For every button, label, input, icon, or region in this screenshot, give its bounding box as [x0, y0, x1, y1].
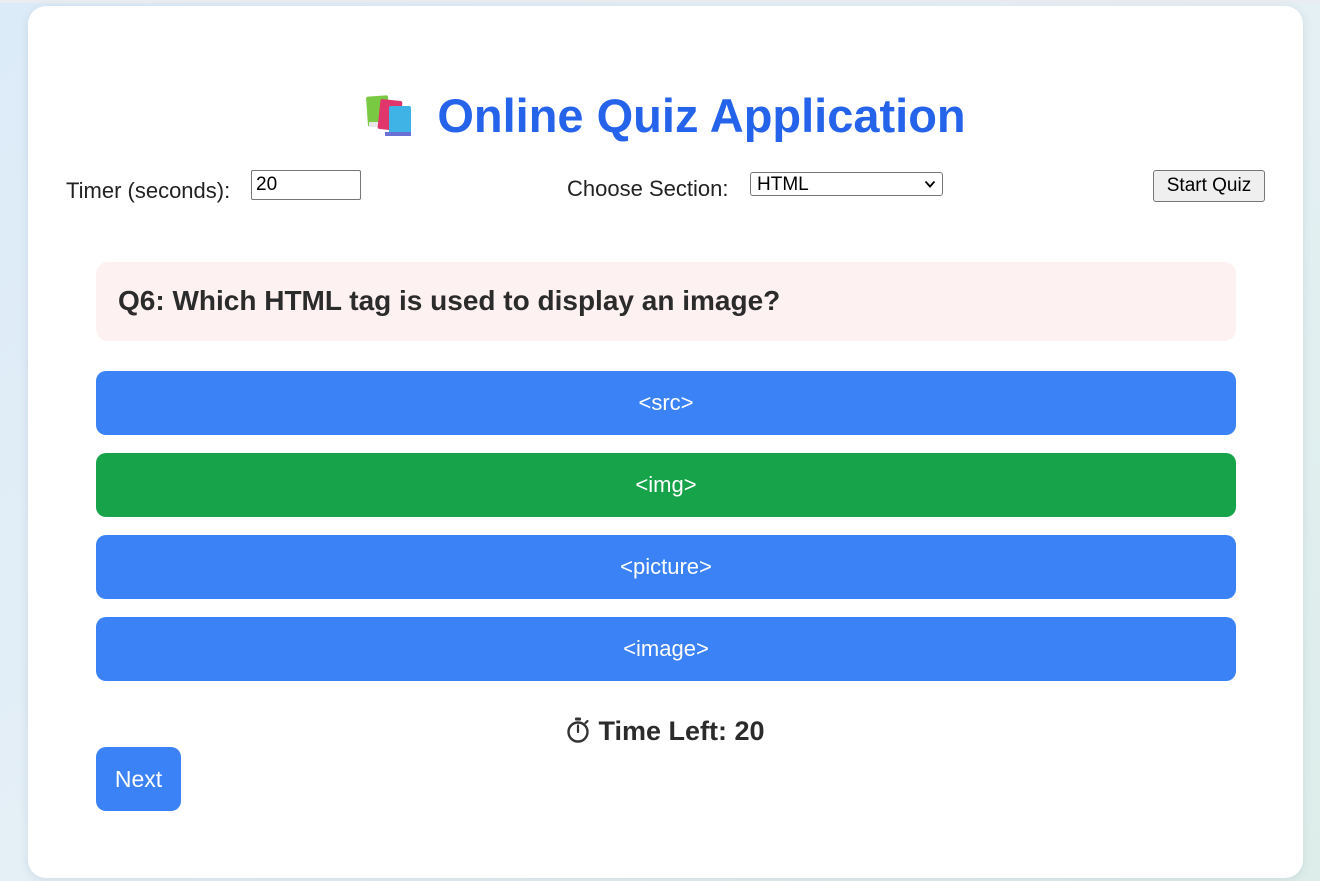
question-text: Q6: Which HTML tag is used to display an…	[118, 285, 781, 316]
timer-seconds-input[interactable]	[251, 170, 361, 200]
section-select-value: HTML	[757, 174, 809, 195]
time-left: Time Left: 20	[28, 714, 1303, 748]
section-label: Choose Section:	[567, 176, 729, 201]
question-box: Q6: Which HTML tag is used to display an…	[96, 262, 1236, 341]
page-title-text: Online Quiz Application	[437, 89, 966, 142]
timer-label: Timer (seconds):	[66, 178, 231, 203]
next-button[interactable]: Next	[96, 747, 181, 811]
page-title: Online Quiz Application	[28, 86, 1303, 146]
option-button-img[interactable]: <img>	[96, 453, 1236, 517]
quiz-card: Online Quiz Application Timer (seconds):…	[28, 6, 1303, 878]
stopwatch-icon	[566, 717, 590, 743]
books-icon	[365, 92, 415, 138]
option-button-src[interactable]: <src>	[96, 371, 1236, 435]
start-quiz-button[interactable]: Start Quiz	[1153, 170, 1265, 202]
section-select[interactable]: HTML	[750, 172, 943, 196]
option-button-image[interactable]: <image>	[96, 617, 1236, 681]
option-button-picture[interactable]: <picture>	[96, 535, 1236, 599]
time-left-text: Time Left: 20	[598, 716, 765, 746]
window-top-edge	[0, 0, 1320, 3]
chevron-down-icon	[924, 180, 936, 188]
